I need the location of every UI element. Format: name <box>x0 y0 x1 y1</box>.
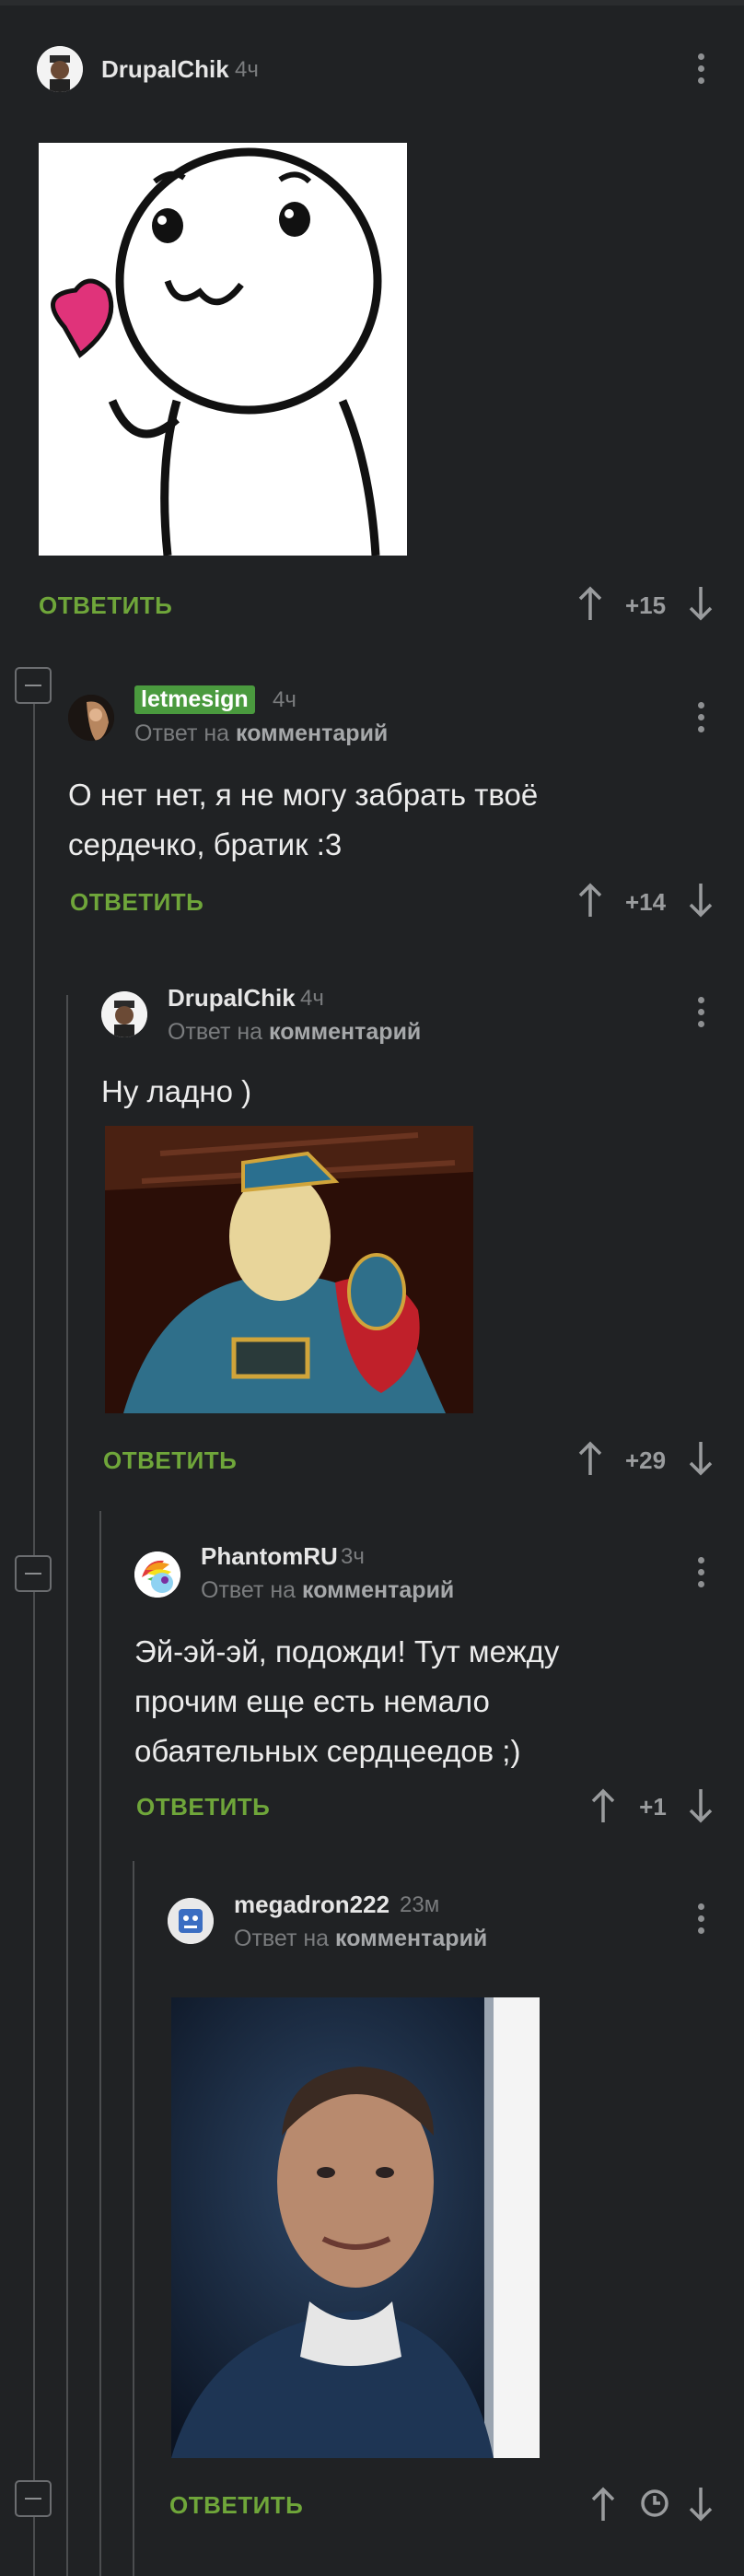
collapse-toggle[interactable] <box>15 667 52 704</box>
timestamp: 4ч <box>300 986 324 1011</box>
downvote-arrow-icon[interactable] <box>687 882 715 919</box>
thread-line <box>133 1861 134 2576</box>
reply-button[interactable]: ОТВЕТИТЬ <box>70 888 203 917</box>
downvote-arrow-icon[interactable] <box>687 2486 715 2523</box>
username[interactable]: PhantomRU <box>201 1542 338 1571</box>
reply-button[interactable]: ОТВЕТИТЬ <box>39 591 172 620</box>
more-options-icon[interactable] <box>698 1557 705 1590</box>
meme-image-portrait[interactable] <box>171 1997 540 2458</box>
thread-line <box>33 700 35 2576</box>
username[interactable]: DrupalChik <box>168 984 296 1013</box>
comment-text: Эй-эй-эй, подожди! Тут между прочим еще … <box>134 1634 560 1768</box>
timestamp: 3ч <box>341 1544 365 1569</box>
meme-image-cartoon-captain[interactable] <box>105 1126 473 1413</box>
timestamp: 4ч <box>273 687 296 712</box>
reply-to-link[interactable]: Ответ на комментарий <box>134 720 388 747</box>
downvote-arrow-icon[interactable] <box>687 1440 715 1477</box>
comment-text: Ну ладно ) <box>101 1074 252 1108</box>
reply-button[interactable]: ОТВЕТИТЬ <box>136 1793 270 1821</box>
reply-button[interactable]: ОТВЕТИТЬ <box>169 2491 303 2520</box>
username[interactable]: megadron222 <box>234 1891 389 1919</box>
thread-line <box>99 1511 101 2576</box>
collapse-toggle[interactable] <box>15 2480 52 2517</box>
clock-icon <box>639 2488 670 2519</box>
avatar[interactable] <box>37 46 83 92</box>
downvote-arrow-icon[interactable] <box>687 585 715 622</box>
rating: +1 <box>639 1793 667 1821</box>
upvote-arrow-icon[interactable] <box>576 585 604 622</box>
reply-button[interactable]: ОТВЕТИТЬ <box>103 1446 237 1475</box>
thread-line <box>66 995 68 2576</box>
avatar[interactable] <box>168 1898 214 1944</box>
avatar[interactable] <box>134 1551 180 1598</box>
collapse-toggle[interactable] <box>15 1555 52 1592</box>
more-options-icon[interactable] <box>698 702 705 735</box>
meme-image-cute-heart[interactable] <box>39 143 407 556</box>
upvote-arrow-icon[interactable] <box>576 1440 604 1477</box>
upvote-arrow-icon[interactable] <box>576 882 604 919</box>
comment-text: О нет нет, я не могу забрать твоё сердеч… <box>68 778 539 861</box>
reply-to-link[interactable]: Ответ на комментарий <box>234 1926 487 1952</box>
reply-to-link[interactable]: Ответ на комментарий <box>168 1019 421 1046</box>
rating: +14 <box>624 888 667 916</box>
upvote-arrow-icon[interactable] <box>589 1787 617 1824</box>
more-options-icon[interactable] <box>698 53 705 87</box>
more-options-icon[interactable] <box>698 1903 705 1937</box>
rating: +15 <box>624 591 667 619</box>
more-options-icon[interactable] <box>698 997 705 1030</box>
username[interactable]: DrupalChik <box>101 55 229 84</box>
avatar[interactable] <box>68 695 114 741</box>
top-edge <box>0 0 744 6</box>
username-badge[interactable]: letmesign <box>134 685 255 714</box>
upvote-arrow-icon[interactable] <box>589 2486 617 2523</box>
reply-to-link[interactable]: Ответ на комментарий <box>201 1577 454 1604</box>
rating: +29 <box>624 1446 667 1474</box>
timestamp: 23м <box>400 1892 440 1917</box>
timestamp: 4ч <box>235 57 259 82</box>
avatar[interactable] <box>101 991 147 1037</box>
downvote-arrow-icon[interactable] <box>687 1787 715 1824</box>
